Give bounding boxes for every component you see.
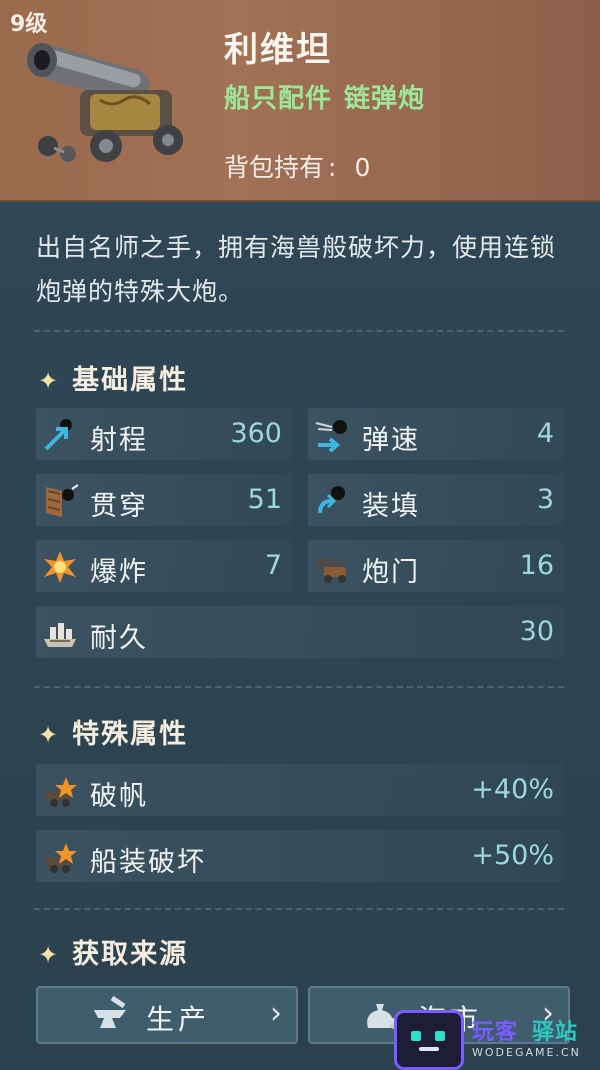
robot-logo-icon bbox=[394, 1010, 464, 1070]
item-detail-panel: 出自名师之手，拥有海兽般破坏力，使用连锁炮弹的特殊大炮。 ✦ 基础属性 射程 36… bbox=[0, 202, 600, 1069]
reload-icon bbox=[318, 486, 345, 514]
stat-gun-port: 炮门 16 bbox=[308, 540, 564, 592]
item-description: 出自名师之手，拥有海兽般破坏力，使用连锁炮弹的特殊大炮。 bbox=[36, 233, 557, 306]
sail-break-icon bbox=[46, 777, 77, 807]
stat-value: 7 bbox=[264, 550, 282, 581]
sparkle-icon: ✦ bbox=[38, 721, 61, 749]
item-name: 利维坦 bbox=[224, 30, 332, 70]
sparkle-icon: ✦ bbox=[38, 941, 61, 969]
stat-value: 30 bbox=[519, 616, 554, 647]
item-header: 9级 利维坦 船只配件 链弹炮 背包持有:0 bbox=[0, 0, 600, 202]
stat-range: 射程 360 bbox=[36, 408, 292, 460]
category-label: 船只配件 bbox=[224, 84, 333, 114]
logo-mouth bbox=[419, 1047, 439, 1051]
stat-sail-break: 破帆 +40% bbox=[36, 764, 564, 816]
special-stats-title: ✦ 特殊属性 bbox=[38, 712, 188, 751]
stat-value: 4 bbox=[536, 418, 554, 449]
held-colon: : bbox=[328, 153, 337, 182]
durability-icon bbox=[44, 623, 76, 647]
stat-label: 装填 bbox=[362, 491, 420, 522]
stat-value: 16 bbox=[519, 550, 554, 581]
stat-label: 船装破坏 bbox=[90, 847, 206, 878]
item-category: 船只配件 链弹炮 bbox=[224, 78, 425, 115]
stat-value: 51 bbox=[247, 484, 282, 515]
stat-ship-gear-break: 船装破坏 +50% bbox=[36, 830, 564, 882]
watermark-url: WODEGAME.CN bbox=[472, 1046, 581, 1059]
range-icon bbox=[44, 419, 72, 451]
watermark: 玩客 驿站 WODEGAME.CN bbox=[392, 1008, 600, 1070]
stat-label: 破帆 bbox=[90, 781, 148, 812]
chevron-right-icon: › bbox=[270, 996, 282, 1031]
stat-label: 贯穿 bbox=[90, 491, 148, 522]
source-craft-label: 生产 bbox=[146, 1003, 211, 1036]
penetration-icon bbox=[46, 484, 78, 517]
held-value: 0 bbox=[354, 153, 371, 182]
base-stats-title: ✦ 基础属性 bbox=[38, 358, 188, 397]
anvil-icon bbox=[94, 996, 126, 1028]
stat-value: +50% bbox=[471, 840, 554, 871]
stat-reload: 装填 3 bbox=[308, 474, 564, 526]
explosion-icon bbox=[44, 551, 76, 583]
stat-value: 3 bbox=[536, 484, 554, 515]
special-stats-label: 特殊属性 bbox=[72, 719, 189, 750]
source-label: 获取来源 bbox=[72, 939, 189, 970]
projectile-speed-icon bbox=[315, 420, 347, 453]
source-craft-button[interactable]: 生产 › bbox=[36, 986, 298, 1044]
item-level: 9级 bbox=[10, 12, 48, 37]
stat-label: 炮门 bbox=[362, 557, 420, 588]
stat-explosion: 爆炸 7 bbox=[36, 540, 292, 592]
logo-eye bbox=[435, 1031, 445, 1041]
held-label: 背包持有 bbox=[224, 153, 325, 182]
stat-penetration: 贯穿 51 bbox=[36, 474, 292, 526]
watermark-text-2: 驿站 bbox=[532, 1020, 579, 1045]
divider bbox=[34, 686, 564, 688]
ship-gear-break-icon bbox=[46, 843, 77, 873]
stat-label: 射程 bbox=[90, 425, 148, 456]
source-title: ✦ 获取来源 bbox=[38, 932, 188, 971]
cannon-icon bbox=[27, 43, 183, 162]
divider bbox=[34, 908, 564, 910]
base-stats-label: 基础属性 bbox=[72, 365, 189, 396]
inventory-count: 背包持有:0 bbox=[224, 148, 370, 184]
subcategory-label: 链弹炮 bbox=[344, 84, 426, 114]
stat-label: 爆炸 bbox=[90, 557, 148, 588]
stat-value: 360 bbox=[230, 418, 282, 449]
stat-durability: 耐久 30 bbox=[36, 606, 564, 658]
divider bbox=[34, 330, 564, 332]
stat-value: +40% bbox=[471, 774, 554, 805]
stat-projectile-speed: 弹速 4 bbox=[308, 408, 564, 460]
sparkle-icon: ✦ bbox=[38, 367, 61, 395]
stat-label: 弹速 bbox=[362, 425, 420, 456]
gun-port-icon bbox=[316, 559, 346, 583]
watermark-text-1: 玩客 bbox=[472, 1020, 519, 1045]
logo-eye bbox=[411, 1031, 421, 1041]
stat-label: 耐久 bbox=[90, 623, 148, 654]
